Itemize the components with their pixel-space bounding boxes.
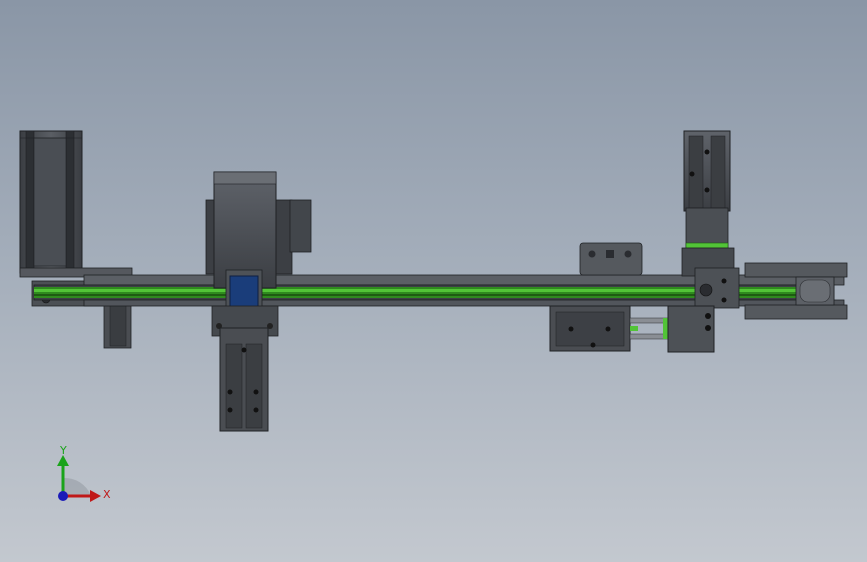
right-cylinder-actuator xyxy=(549,305,715,353)
y-axis-label: Y xyxy=(59,444,67,457)
cad-viewport[interactable]: Y X xyxy=(0,0,867,562)
right-upper-slide xyxy=(681,130,735,277)
center-carriage xyxy=(205,171,312,337)
left-stepper-motor xyxy=(19,130,133,278)
coordinate-triad: Y X xyxy=(57,444,111,502)
blue-coupling xyxy=(229,275,259,309)
x-axis-label: X xyxy=(103,488,111,501)
z-axis-dot-icon xyxy=(58,491,68,501)
center-lower-slide xyxy=(219,327,269,432)
hole-bracket xyxy=(579,242,643,276)
